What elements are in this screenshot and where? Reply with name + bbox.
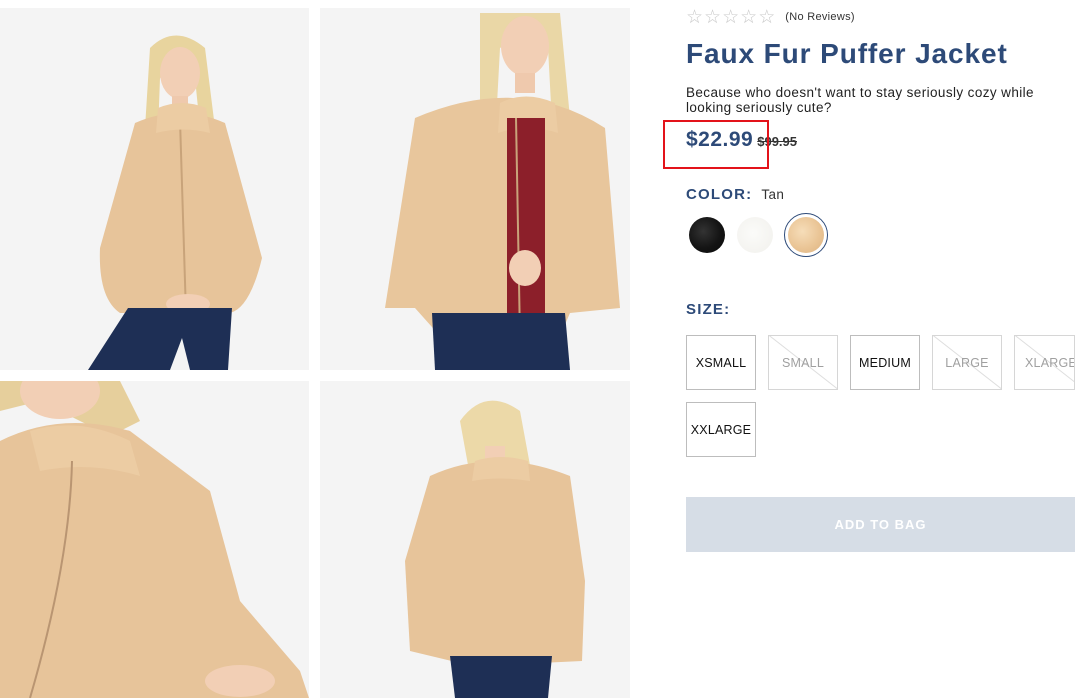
product-image-front-angled[interactable] bbox=[320, 8, 630, 370]
selected-color-name: Tan bbox=[761, 187, 785, 202]
original-price: $99.95 bbox=[757, 134, 797, 149]
star-outline-icon: ☆ bbox=[704, 6, 722, 28]
sale-price: $22.99 bbox=[686, 128, 754, 151]
size-label-xsmall: XSMALL bbox=[695, 355, 747, 370]
color-row: COLOR: Tan bbox=[686, 186, 784, 203]
price-row: $22.99 $99.95 bbox=[686, 128, 797, 152]
product-image-front[interactable] bbox=[0, 8, 309, 370]
product-image-closeup[interactable] bbox=[0, 381, 309, 698]
size-label-large: LARGE bbox=[945, 355, 989, 370]
size-label-small: SMALL bbox=[782, 355, 824, 370]
product-image-back[interactable] bbox=[320, 381, 630, 698]
zipper-closeup-photo bbox=[0, 381, 309, 698]
size-label: SIZE: bbox=[686, 301, 731, 318]
product-description: Because who doesn't want to stay serious… bbox=[686, 85, 1034, 115]
size-button-small[interactable]: SMALL bbox=[768, 335, 838, 390]
size-label-xxlarge: XXLARGE bbox=[690, 422, 752, 437]
color-label: COLOR: bbox=[686, 186, 753, 203]
star-outline-icon: ☆ bbox=[722, 6, 740, 28]
reviews-count-link[interactable]: (No Reviews) bbox=[785, 11, 855, 23]
size-label-xlarge: XLARGE bbox=[1025, 355, 1075, 370]
star-outline-icon: ☆ bbox=[758, 6, 776, 28]
color-swatch-white[interactable] bbox=[737, 217, 773, 253]
model-back-photo bbox=[320, 381, 630, 698]
size-button-xsmall[interactable]: XSMALL bbox=[686, 335, 756, 390]
star-outline-icon: ☆ bbox=[740, 6, 758, 28]
add-to-bag-button[interactable]: ADD TO BAG bbox=[686, 497, 1075, 552]
size-button-medium[interactable]: MEDIUM bbox=[850, 335, 920, 390]
model-angled-photo bbox=[320, 8, 630, 370]
star-outline-icon: ☆ bbox=[686, 6, 704, 28]
color-swatch-black[interactable] bbox=[689, 217, 725, 253]
color-swatch-tan[interactable] bbox=[788, 217, 824, 253]
model-front-photo bbox=[0, 8, 309, 370]
size-button-xxlarge[interactable]: XXLARGE bbox=[686, 402, 756, 457]
product-title: Faux Fur Puffer Jacket bbox=[686, 38, 1008, 69]
size-label-medium: MEDIUM bbox=[859, 355, 911, 370]
size-button-large[interactable]: LARGE bbox=[932, 335, 1002, 390]
size-button-xlarge[interactable]: XLARGE bbox=[1014, 335, 1075, 390]
rating-stars[interactable]: ☆ ☆ ☆ ☆ ☆ (No Reviews) bbox=[686, 6, 855, 28]
